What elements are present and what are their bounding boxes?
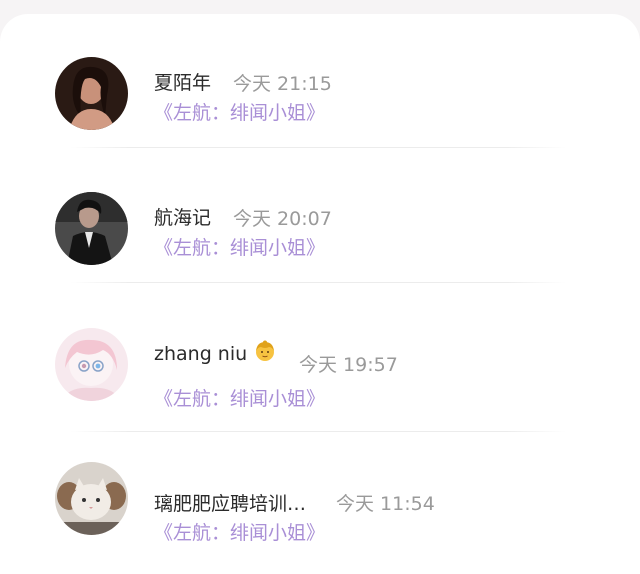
divider [70,282,566,283]
avatar[interactable] [55,192,128,265]
avatar[interactable] [55,328,128,401]
book-title-link[interactable]: 《左航：绯闻小姐》 [154,233,325,260]
username[interactable]: zhang niu [154,339,277,368]
timestamp: 今天 21:15 [233,73,332,95]
comments-card: 夏陌年 今天 21:15 《左航：绯闻小姐》 航海记 今天 20:07 《左航：… [0,14,640,574]
book-title-link[interactable]: 《左航：绯闻小姐》 [154,518,325,545]
username[interactable]: 夏陌年 [154,68,211,95]
username[interactable]: 航海记 [154,203,211,230]
avatar[interactable] [55,462,128,535]
list-item[interactable]: 璃肥肥应聘培训… 今天 11:54 《左航：绯闻小姐》 [0,432,640,552]
username-text: zhang niu [154,343,248,365]
timestamp: 今天 19:57 [299,354,398,376]
username[interactable]: 璃肥肥应聘培训… [154,489,306,516]
divider [70,147,566,148]
book-title-link[interactable]: 《左航：绯闻小姐》 [154,384,325,411]
list-item[interactable]: 夏陌年 今天 21:15 《左航：绯闻小姐》 [0,14,640,148]
timestamp: 今天 20:07 [233,208,332,230]
list-item[interactable]: zhang niu 今天 19:57 《左航：绯闻小姐》 [0,285,640,432]
timestamp: 今天 11:54 [336,493,435,515]
avatar[interactable] [55,57,128,130]
list-item[interactable]: 航海记 今天 20:07 《左航：绯闻小姐》 [0,149,640,283]
girl-emoji-icon [253,339,277,368]
book-title-link[interactable]: 《左航：绯闻小姐》 [154,98,325,125]
